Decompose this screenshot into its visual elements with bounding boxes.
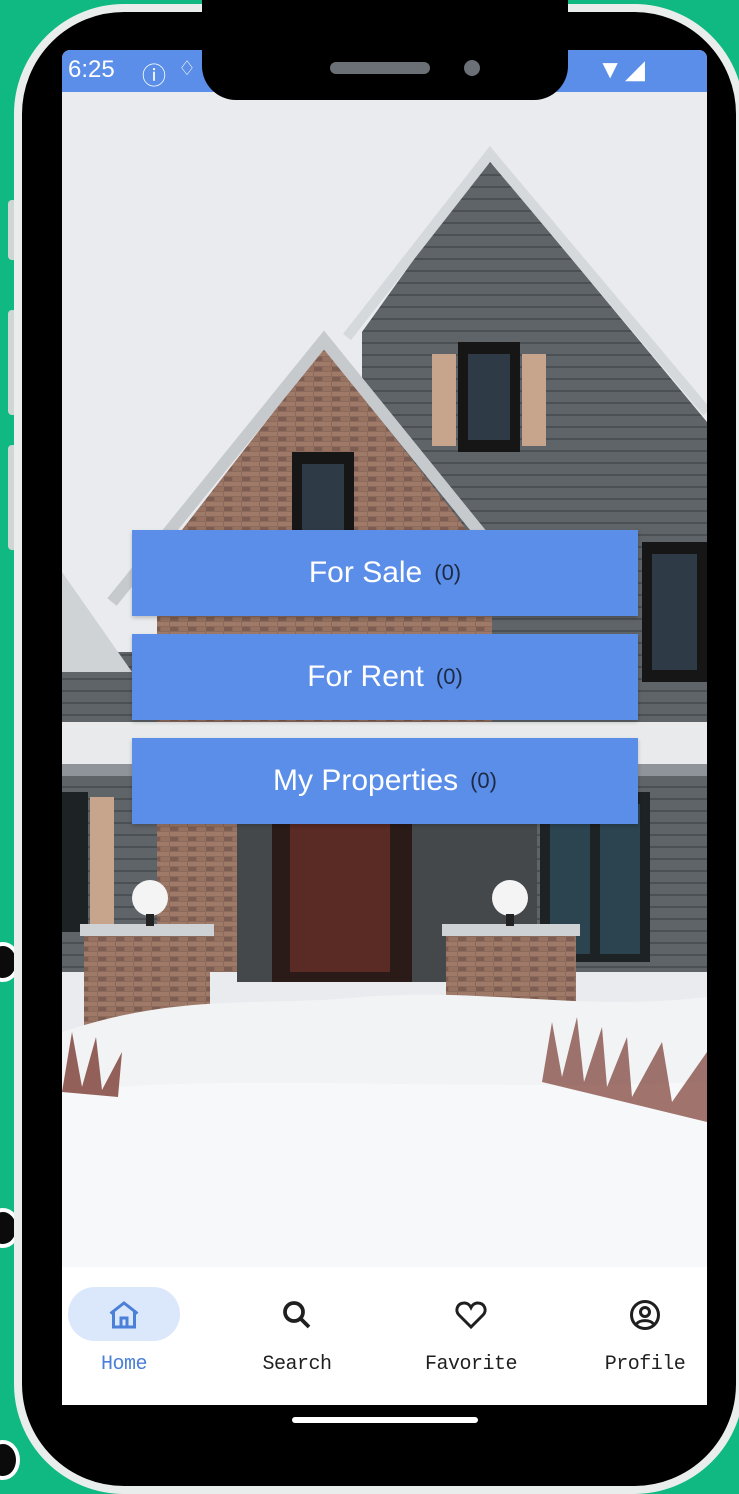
profile-icon [630, 1300, 660, 1330]
signal-icon: ◢ [625, 54, 647, 84]
app-screen: 6:25 ⓘ ♢ ▼◢ For Sale (0) For Rent (0) My… [62, 50, 707, 1450]
nav-item-search[interactable]: Search [222, 1267, 372, 1405]
notch-camera [464, 60, 480, 76]
nav-item-profile[interactable]: Profile [570, 1267, 707, 1405]
phone-notch [202, 0, 568, 100]
wifi-icon: ▼ [597, 54, 625, 84]
for-rent-label: For Rent [307, 660, 424, 693]
location-icon: ♢ [178, 58, 196, 80]
nav-item-favorite[interactable]: Favorite [396, 1267, 546, 1405]
nav-label-favorite: Favorite [424, 1353, 518, 1376]
status-time: 6:25 [68, 56, 115, 83]
nav-label-home: Home [100, 1353, 148, 1376]
for-sale-label: For Sale [308, 556, 423, 589]
for-sale-button[interactable]: For Sale (0) [132, 530, 638, 616]
for-sale-count: (0) [434, 560, 462, 585]
home-icon [109, 1301, 139, 1329]
my-properties-label: My Properties [273, 764, 459, 797]
home-gesture-handle[interactable] [292, 1417, 478, 1423]
phone-edge-dot [0, 1440, 20, 1480]
my-properties-count: (0) [470, 768, 497, 793]
heart-icon [455, 1301, 487, 1330]
my-properties-button[interactable]: My Properties (0) [132, 738, 638, 824]
nav-label-search: Search [262, 1353, 332, 1376]
status-icons-right: ▼◢ [597, 54, 647, 85]
for-rent-count: (0) [435, 664, 463, 689]
notch-speaker [330, 62, 430, 74]
gesture-bar-area [62, 1405, 707, 1450]
for-rent-button[interactable]: For Rent (0) [132, 634, 638, 720]
bottom-navigation: Home Search Favorite Profile [62, 1267, 707, 1405]
nav-item-home[interactable]: Home [62, 1267, 212, 1405]
search-icon [283, 1301, 311, 1329]
info-icon: ⓘ [142, 63, 166, 90]
nav-label-profile: Profile [604, 1353, 686, 1376]
status-icons-left: ⓘ ♢ [142, 56, 196, 91]
